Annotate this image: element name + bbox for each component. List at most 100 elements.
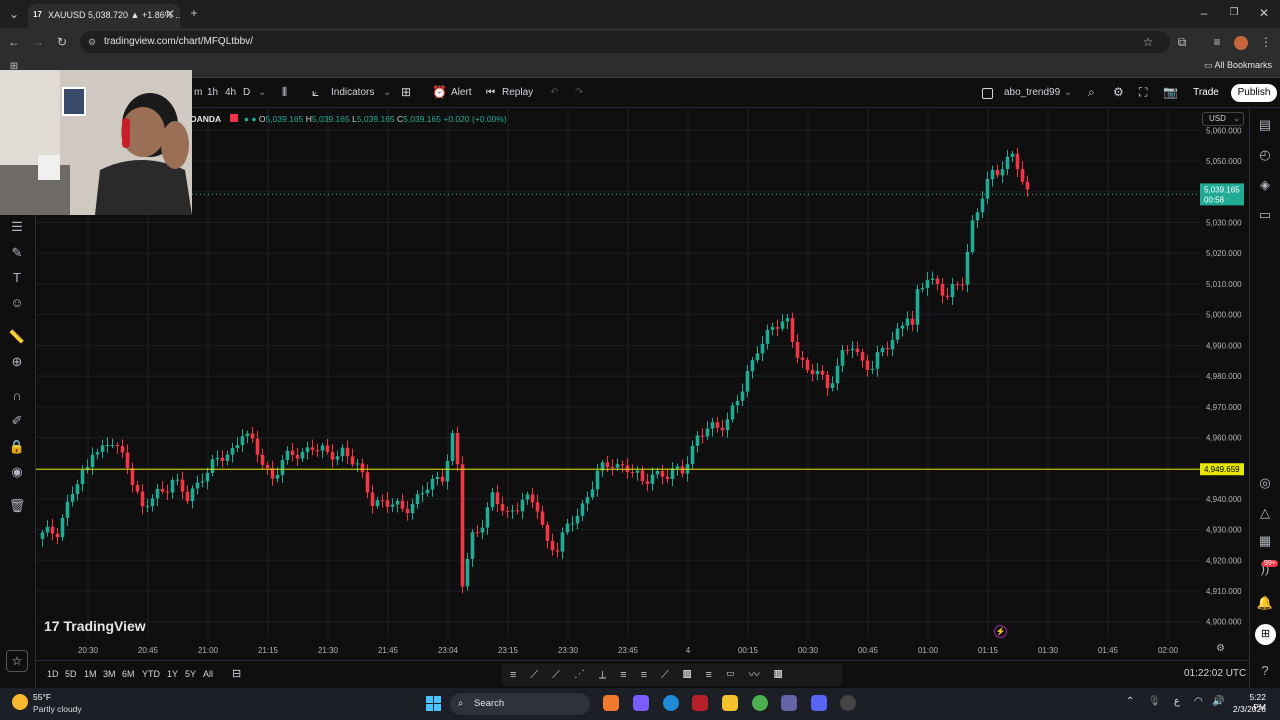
copilot-icon[interactable] [633, 695, 649, 711]
tab-list-icon[interactable]: ⌄ [6, 7, 22, 21]
candlestick-chart[interactable] [36, 108, 1200, 638]
dota-icon[interactable] [692, 695, 708, 711]
apps-grid-button[interactable]: ⊞ [1255, 624, 1276, 645]
publish-button[interactable]: Publish [1231, 84, 1277, 102]
range-3m[interactable]: 3M [103, 669, 116, 679]
interval-4h[interactable]: 4h [225, 87, 236, 98]
undo-icon[interactable]: ↶ [550, 87, 558, 98]
templates-icon[interactable]: ⊞ [401, 85, 411, 99]
close-tab-icon[interactable]: ✕ [162, 7, 178, 21]
range-5d[interactable]: 5D [65, 669, 77, 679]
target-icon[interactable]: ◎ [1256, 474, 1274, 492]
range-1y[interactable]: 1Y [167, 669, 178, 679]
layers-icon[interactable]: ◈ [1256, 176, 1274, 194]
chat-icon[interactable]: ▭ [1256, 206, 1274, 224]
range-5y[interactable]: 5Y [185, 669, 196, 679]
indicators-icon[interactable]: ⟀ [312, 85, 319, 100]
pencil-lock-icon[interactable]: ✐ [8, 412, 26, 430]
taskbar-date[interactable]: 2/3/2026 [1232, 704, 1266, 714]
indicators-dropdown-icon[interactable]: ⌄ [383, 87, 391, 98]
forward-icon[interactable]: → [30, 35, 46, 49]
layout-icon[interactable] [982, 88, 993, 99]
edge-icon[interactable] [663, 695, 679, 711]
time-axis[interactable]: 20:30 20:45 21:00 21:15 21:30 21:45 23:04 23:15… [36, 638, 1249, 660]
interval-1h[interactable]: 1h [207, 87, 218, 98]
watchlist-icon[interactable]: ▤ [1256, 116, 1274, 134]
trash-icon[interactable]: 🗑 [8, 497, 26, 515]
ruler-tool-icon[interactable]: 📏 [8, 328, 26, 346]
minimize-icon[interactable]: – [1196, 6, 1212, 20]
weather-icon[interactable] [12, 694, 28, 710]
emoji-tool-icon[interactable]: ☺ [8, 294, 26, 312]
reload-icon[interactable]: ↻ [54, 35, 70, 49]
currency-select[interactable]: USD ⌄ [1202, 112, 1244, 126]
calendar-icon[interactable]: ▦ [1256, 532, 1274, 550]
language-icon[interactable]: ع [1174, 696, 1180, 707]
bell-icon[interactable]: 🔔 [1256, 594, 1274, 612]
tray-chevron-icon[interactable]: ⌃ [1126, 696, 1134, 707]
interval-dropdown-icon[interactable]: ⌄ [258, 87, 266, 98]
teams-icon[interactable] [781, 695, 797, 711]
zoom-in-icon[interactable]: ⊕ [8, 353, 26, 371]
utc-clock[interactable]: 01:22:02 UTC [1184, 668, 1246, 679]
recorder-icon[interactable] [840, 695, 856, 711]
favorites-star-icon[interactable]: ☆ [6, 650, 28, 672]
media-icon[interactable]: ≡ [1209, 35, 1225, 49]
interval-minutes[interactable]: m [194, 87, 202, 98]
drawing-quickbar-icons[interactable]: ≡⟋⟋⋰⟂≡≡⟋▦≡▭〰▦ [510, 669, 797, 681]
menu-icon[interactable]: ⋮ [1258, 35, 1274, 49]
range-1m[interactable]: 1M [84, 669, 97, 679]
text-tool-icon[interactable]: T [8, 269, 26, 287]
windows-start-icon[interactable] [426, 696, 441, 711]
camera-icon[interactable]: 📷 [1163, 85, 1178, 99]
alert-icon[interactable]: ⏰ [432, 85, 447, 99]
legend-symbol[interactable]: OANDA [190, 114, 221, 124]
axis-settings-icon[interactable]: ⚙ [1216, 643, 1225, 654]
eye-icon[interactable]: ◉ [8, 463, 26, 481]
url-field[interactable]: ⚙ tradingview.com/chart/MFQLtbbv/ [80, 31, 1170, 53]
fullscreen-icon[interactable]: ⛶ [1139, 85, 1147, 100]
weather-desc[interactable]: Partly cloudy [33, 704, 82, 714]
alert-button[interactable]: Alert [451, 87, 472, 98]
range-1d[interactable]: 1D [47, 669, 59, 679]
wifi-icon[interactable]: ◠ [1194, 696, 1203, 707]
replay-button[interactable]: Replay [502, 87, 533, 98]
volume-icon[interactable]: 🔊 [1212, 696, 1224, 707]
flag-icon[interactable] [229, 114, 238, 122]
drawing-quickbar[interactable]: ≡⟋⟋⋰⟂≡≡⟋▦≡▭〰▦ [502, 664, 842, 686]
trade-button[interactable]: Trade [1187, 84, 1225, 102]
taskbar-app-orange-icon[interactable] [603, 695, 619, 711]
mic-icon[interactable]: 🎙 [1148, 696, 1161, 707]
browser-tab[interactable]: 17 XAUUSD 5,038.720 ▲ +1.86% ... [28, 4, 180, 28]
weather-temp[interactable]: 55°F [33, 692, 51, 702]
all-bookmarks-button[interactable]: ▭ All Bookmarks [1204, 60, 1272, 71]
quick-search-icon[interactable]: ⌕ [1088, 85, 1095, 100]
replay-icon[interactable]: ⏮ [486, 87, 495, 98]
chart-pane[interactable]: 17 TradingView ⚡ [36, 108, 1200, 638]
discord-icon[interactable] [811, 695, 827, 711]
window-close-icon[interactable]: ✕ [1256, 6, 1272, 20]
interval-d[interactable]: D [243, 87, 250, 98]
redo-icon[interactable]: ↷ [575, 87, 583, 98]
indicators-button[interactable]: Indicators [331, 87, 374, 98]
new-tab-icon[interactable]: + [186, 6, 202, 20]
bookmark-star-icon[interactable]: ☆ [1140, 35, 1156, 49]
maximize-icon[interactable]: ❐ [1226, 6, 1242, 20]
price-axis[interactable]: 5,060.0005,050.0005,040.0005,030.0005,02… [1200, 108, 1249, 638]
magnet-icon[interactable]: ∩ [8, 387, 26, 405]
lock-icon[interactable]: 🔒 [8, 438, 26, 456]
taskbar-search[interactable]: ⌕ Search [450, 693, 590, 715]
chrome-icon[interactable] [752, 695, 768, 711]
alerts-clock-icon[interactable]: ◴ [1256, 146, 1274, 164]
brush-tool-icon[interactable]: ✎ [8, 244, 26, 262]
range-all[interactable]: All [203, 669, 213, 679]
layout-name[interactable]: abo_trend99 [1004, 87, 1060, 98]
chart-type-icon[interactable]: ⫴ [282, 85, 287, 100]
back-icon[interactable]: ← [6, 35, 22, 49]
file-explorer-icon[interactable] [722, 695, 738, 711]
layout-dropdown-icon[interactable]: ⌄ [1064, 87, 1072, 98]
goto-date-icon[interactable]: ⊟ [232, 667, 241, 680]
lines-tool-icon[interactable]: ☰ [8, 218, 26, 236]
profile-avatar[interactable] [1234, 36, 1248, 50]
settings-gear-icon[interactable]: ⚙ [1113, 85, 1124, 99]
